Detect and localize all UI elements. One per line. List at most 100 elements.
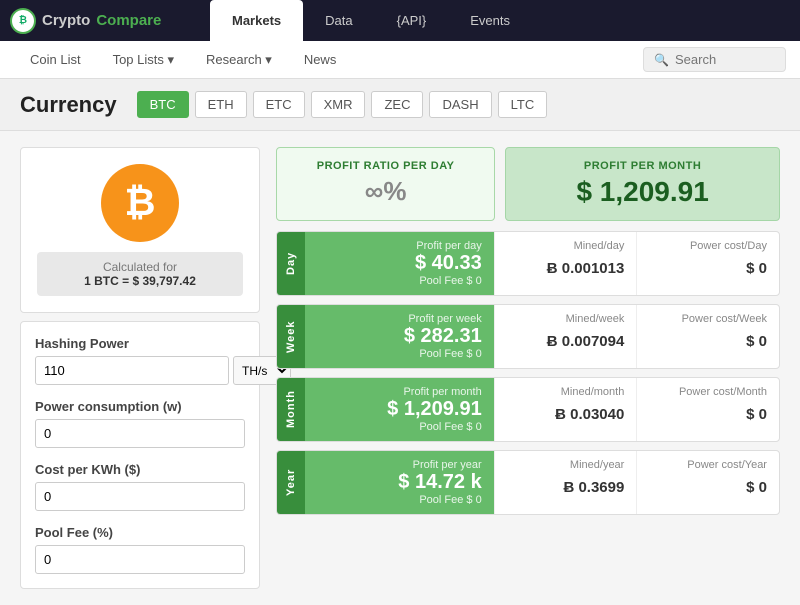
second-nav: Coin List Top Lists ▾ Research ▾ News 🔍 (0, 41, 800, 79)
second-nav-toplists[interactable]: Top Lists ▾ (97, 41, 190, 79)
nav-item-data[interactable]: Data (303, 0, 374, 41)
row-profit-label-3: Profit per year (317, 459, 482, 471)
row-main-3: Profit per year $ 14.72 k Pool Fee $ 0 (305, 451, 494, 514)
row-mined-label-1: Mined/week (507, 313, 625, 325)
row-period-label-3: Year (277, 451, 305, 514)
search-box: 🔍 (643, 47, 786, 72)
row-pool-fee-0: Pool Fee $ 0 (317, 275, 482, 287)
left-panel: ₿ Calculated for 1 BTC = $ 39,797.42 Has… (20, 147, 260, 589)
profit-per-month-box: PROFIT PER MONTH $ 1,209.91 (505, 147, 780, 221)
hashing-power-label: Hashing Power (35, 336, 245, 351)
cost-per-kwh-input[interactable] (35, 482, 245, 511)
row-mined-value-1: Ƀ 0.007094 (507, 333, 625, 350)
logo[interactable]: ₿ Crypto Compare (10, 8, 210, 34)
profit-ratio-box: PROFIT RATIO PER DAY ∞% (276, 147, 495, 221)
row-profit-value-3: $ 14.72 k (317, 471, 482, 494)
power-consumption-label: Power consumption (w) (35, 399, 245, 414)
row-mined-label-0: Mined/day (507, 240, 625, 252)
profit-ratio-value: ∞% (293, 176, 478, 207)
currency-tab-etc[interactable]: ETC (253, 91, 305, 118)
page-header: Currency BTCETHETCXMRZECDASH LTC (0, 79, 800, 131)
row-mined-1: Mined/week Ƀ 0.007094 (494, 305, 637, 368)
row-mined-label-2: Mined/month (507, 386, 625, 398)
row-card-week: Week Profit per week $ 282.31 Pool Fee $… (276, 304, 780, 369)
row-power-value-1: $ 0 (649, 333, 767, 350)
row-power-0: Power cost/Day $ 0 (636, 232, 779, 295)
page-title: Currency (20, 92, 117, 118)
row-pool-fee-1: Pool Fee $ 0 (317, 348, 482, 360)
row-mined-value-3: Ƀ 0.3699 (507, 479, 625, 496)
currency-tab-ltc[interactable]: LTC (498, 91, 548, 118)
row-pool-fee-2: Pool Fee $ 0 (317, 421, 482, 433)
nav-item-api[interactable]: {API} (375, 0, 449, 41)
row-period-label-0: Day (277, 232, 305, 295)
currency-tabs: BTCETHETCXMRZECDASH LTC (137, 91, 548, 118)
cost-per-kwh-label: Cost per KWh ($) (35, 462, 245, 477)
row-profit-label-1: Profit per week (317, 313, 482, 325)
coin-logo: ₿ (101, 164, 179, 242)
search-input[interactable] (675, 52, 775, 67)
row-profit-value-2: $ 1,209.91 (317, 398, 482, 421)
second-nav-research[interactable]: Research ▾ (190, 41, 288, 79)
pool-fee-label: Pool Fee (%) (35, 525, 245, 540)
row-power-1: Power cost/Week $ 0 (636, 305, 779, 368)
row-mined-0: Mined/day Ƀ 0.001013 (494, 232, 637, 295)
row-power-label-0: Power cost/Day (649, 240, 767, 252)
row-card-month: Month Profit per month $ 1,209.91 Pool F… (276, 377, 780, 442)
row-power-2: Power cost/Month $ 0 (636, 378, 779, 441)
logo-icon: ₿ (10, 8, 36, 34)
nav-item-events[interactable]: Events (448, 0, 532, 41)
row-power-value-0: $ 0 (649, 260, 767, 277)
row-cards: Day Profit per day $ 40.33 Pool Fee $ 0 … (276, 231, 780, 515)
profit-ratio-label: PROFIT RATIO PER DAY (293, 160, 478, 172)
row-period-label-2: Month (277, 378, 305, 441)
second-nav-news[interactable]: News (288, 41, 353, 79)
calc-price: 1 BTC = $ 39,797.42 (45, 274, 235, 288)
row-mined-value-2: Ƀ 0.03040 (507, 406, 625, 423)
pool-fee-input[interactable] (35, 545, 245, 574)
second-nav-coinlist[interactable]: Coin List (14, 41, 97, 79)
row-power-3: Power cost/Year $ 0 (636, 451, 779, 514)
row-card-day: Day Profit per day $ 40.33 Pool Fee $ 0 … (276, 231, 780, 296)
row-power-value-2: $ 0 (649, 406, 767, 423)
calc-info: Calculated for 1 BTC = $ 39,797.42 (37, 252, 243, 296)
row-main-1: Profit per week $ 282.31 Pool Fee $ 0 (305, 305, 494, 368)
top-nav: ₿ Crypto Compare Markets Data {API} Event… (0, 0, 800, 41)
row-main-0: Profit per day $ 40.33 Pool Fee $ 0 (305, 232, 494, 295)
currency-tab-xmr[interactable]: XMR (311, 91, 366, 118)
right-panel: PROFIT RATIO PER DAY ∞% PROFIT PER MONTH… (276, 147, 780, 589)
row-card-year: Year Profit per year $ 14.72 k Pool Fee … (276, 450, 780, 515)
row-power-value-3: $ 0 (649, 479, 767, 496)
row-profit-value-0: $ 40.33 (317, 252, 482, 275)
power-consumption-input[interactable] (35, 419, 245, 448)
currency-tab-btc[interactable]: BTC (137, 91, 189, 118)
row-mined-value-0: Ƀ 0.001013 (507, 260, 625, 277)
profit-per-month-label: PROFIT PER MONTH (522, 160, 763, 172)
main-content: ₿ Calculated for 1 BTC = $ 39,797.42 Has… (0, 131, 800, 605)
profit-per-month-value: $ 1,209.91 (522, 176, 763, 208)
currency-tab-eth[interactable]: ETH (195, 91, 247, 118)
row-pool-fee-3: Pool Fee $ 0 (317, 494, 482, 506)
row-mined-3: Mined/year Ƀ 0.3699 (494, 451, 637, 514)
currency-tab-dash[interactable]: DASH (429, 91, 491, 118)
profit-header: PROFIT RATIO PER DAY ∞% PROFIT PER MONTH… (276, 147, 780, 221)
row-period-label-1: Week (277, 305, 305, 368)
logo-text-crypto: Crypto (42, 12, 90, 29)
coin-card: ₿ Calculated for 1 BTC = $ 39,797.42 (20, 147, 260, 313)
row-mined-2: Mined/month Ƀ 0.03040 (494, 378, 637, 441)
row-profit-label-0: Profit per day (317, 240, 482, 252)
form-section: Hashing Power TH/s GH/s MH/s Power consu… (20, 321, 260, 589)
nav-item-markets[interactable]: Markets (210, 0, 303, 41)
currency-tab-zec[interactable]: ZEC (371, 91, 423, 118)
hashing-power-input[interactable] (35, 356, 229, 385)
row-mined-label-3: Mined/year (507, 459, 625, 471)
search-icon: 🔍 (654, 53, 669, 67)
row-power-label-2: Power cost/Month (649, 386, 767, 398)
row-profit-label-2: Profit per month (317, 386, 482, 398)
row-power-label-1: Power cost/Week (649, 313, 767, 325)
logo-text-compare: Compare (96, 12, 161, 29)
main-nav-items: Markets Data {API} Events (210, 0, 532, 41)
row-power-label-3: Power cost/Year (649, 459, 767, 471)
row-profit-value-1: $ 282.31 (317, 325, 482, 348)
row-main-2: Profit per month $ 1,209.91 Pool Fee $ 0 (305, 378, 494, 441)
